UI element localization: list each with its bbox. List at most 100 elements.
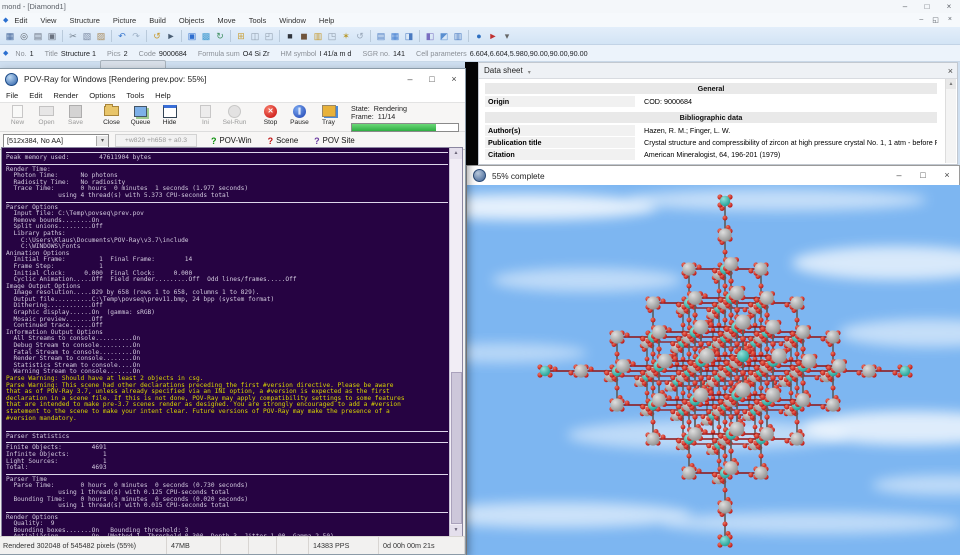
- run-icon[interactable]: ►: [486, 28, 500, 44]
- console-line: Render Options: [6, 515, 448, 522]
- menu-item-window[interactable]: Window: [279, 16, 306, 25]
- menu-item-picture[interactable]: Picture: [113, 16, 136, 25]
- console-line: Peak memory used: 47611904 bytes: [6, 155, 448, 162]
- sheet-icon[interactable]: ▥: [451, 28, 465, 44]
- rotate-icon[interactable]: ↻: [213, 28, 227, 44]
- stop-button[interactable]: ✕Stop: [256, 104, 285, 126]
- maximize-icon[interactable]: □: [916, 0, 938, 13]
- toolbar-separator: [230, 30, 231, 42]
- help-link-pov-win[interactable]: ?POV-Win: [211, 136, 252, 146]
- datasheet-close-icon[interactable]: ×: [948, 66, 953, 76]
- povray-menu-file[interactable]: File: [6, 91, 18, 100]
- more-icon[interactable]: ▾: [500, 28, 514, 44]
- render-window-titlebar[interactable]: 55% complete – □ ×: [467, 166, 959, 185]
- queue-button[interactable]: Queue: [126, 104, 155, 126]
- povray-console[interactable]: Peak memory used: 47611904 bytesRender T…: [1, 147, 463, 537]
- render-minimize-icon[interactable]: –: [887, 166, 911, 185]
- ini-button: Ini: [191, 104, 220, 126]
- help-link-scene[interactable]: ?Scene: [268, 136, 299, 146]
- datasheet-row-label: Origin: [485, 96, 635, 107]
- povray-menu-edit[interactable]: Edit: [29, 91, 42, 100]
- stop-label: Stop: [256, 119, 285, 126]
- scroll-up-icon[interactable]: ▲: [450, 148, 462, 159]
- povray-menu-tools[interactable]: Tools: [126, 91, 144, 100]
- minimize-icon[interactable]: –: [894, 0, 916, 13]
- mdi-restore-icon[interactable]: ◱: [932, 16, 939, 24]
- close-button[interactable]: Close: [97, 104, 126, 126]
- picture-gallery-icon[interactable]: ▩: [199, 28, 213, 44]
- search-icon[interactable]: ◎: [17, 28, 31, 44]
- layout-icon[interactable]: ▥: [311, 28, 325, 44]
- menu-item-structure[interactable]: Structure: [69, 16, 99, 25]
- grow-icon[interactable]: ◰: [262, 28, 276, 44]
- povray-titlebar[interactable]: POV-Ray for Windows [Rendering prev.pov:…: [0, 69, 465, 89]
- mdi-close-icon[interactable]: ×: [948, 16, 952, 24]
- render-progress-fill: [352, 124, 436, 131]
- help-link-pov-site[interactable]: ?POV Site: [314, 136, 355, 146]
- render-close-icon[interactable]: ×: [935, 166, 959, 185]
- tray-glyph: [322, 105, 336, 117]
- menu-item-edit[interactable]: Edit: [14, 16, 27, 25]
- menu-item-objects[interactable]: Objects: [179, 16, 204, 25]
- pause-button[interactable]: ∥Pause: [285, 104, 314, 126]
- save-icon[interactable]: ▦: [3, 28, 17, 44]
- settings-icon[interactable]: ✶: [339, 28, 353, 44]
- tray-button[interactable]: Tray: [314, 104, 343, 126]
- update-icon[interactable]: ↺: [353, 28, 367, 44]
- print-icon[interactable]: ▣: [45, 28, 59, 44]
- structure-field-value: 6.604,6.604,5.980,90.00,90.00,90.00: [470, 49, 588, 58]
- console-scrollbar[interactable]: ▲ ▼: [449, 148, 462, 536]
- globe-icon[interactable]: ●: [472, 28, 486, 44]
- render-mode-icon[interactable]: ■: [283, 28, 297, 44]
- povray-maximize-icon[interactable]: □: [421, 69, 443, 89]
- mdi-minimize-icon[interactable]: –: [919, 16, 923, 24]
- chart-b-icon[interactable]: ◩: [437, 28, 451, 44]
- connect-icon[interactable]: ◫: [248, 28, 262, 44]
- print-preview-icon[interactable]: ▤: [31, 28, 45, 44]
- datasheet-menu-icon[interactable]: ▾: [528, 69, 531, 76]
- scroll-down-icon[interactable]: ▼: [450, 525, 462, 536]
- table-icon[interactable]: ▤: [374, 28, 388, 44]
- render-maximize-icon[interactable]: □: [911, 166, 935, 185]
- pointer-icon[interactable]: ►: [164, 28, 178, 44]
- panel-icon[interactable]: ◨: [402, 28, 416, 44]
- povray-menu-render[interactable]: Render: [53, 91, 78, 100]
- datasheet-row: CitationAmerican Mineralogist, 64, 196-2…: [485, 149, 937, 160]
- history-icon[interactable]: ↺: [150, 28, 164, 44]
- datasheet-row-label: Publication title: [485, 137, 635, 148]
- povray-close-icon[interactable]: ×: [443, 69, 465, 89]
- menu-item-move[interactable]: Move: [217, 16, 235, 25]
- povray-window-controls: – □ ×: [399, 69, 465, 89]
- redo-icon[interactable]: ↷: [129, 28, 143, 44]
- paste-icon[interactable]: ▨: [94, 28, 108, 44]
- hide-label: Hide: [155, 119, 184, 126]
- povray-menu-options[interactable]: Options: [89, 91, 115, 100]
- menu-item-view[interactable]: View: [40, 16, 56, 25]
- menu-item-help[interactable]: Help: [319, 16, 334, 25]
- undo-icon[interactable]: ↶: [115, 28, 129, 44]
- render-options-field[interactable]: +w829 +h658 + a0.3: [115, 134, 197, 147]
- help-icon: ?: [314, 136, 320, 146]
- datasheet-scroll-up-icon[interactable]: ▲: [946, 79, 956, 89]
- add-atoms-icon[interactable]: ⊞: [234, 28, 248, 44]
- povray-minimize-icon[interactable]: –: [399, 69, 421, 89]
- background-icon[interactable]: ◼: [297, 28, 311, 44]
- povray-window: POV-Ray for Windows [Rendering prev.pov:…: [0, 68, 466, 555]
- datasheet-titlebar[interactable]: Data sheet ▾ ×: [479, 63, 957, 79]
- menu-item-build[interactable]: Build: [149, 16, 166, 25]
- new-picture-icon[interactable]: ▣: [185, 28, 199, 44]
- menu-item-tools[interactable]: Tools: [249, 16, 267, 25]
- toolbar-separator: [181, 30, 182, 42]
- resolution-dropdown[interactable]: [512x384, No AA] ▾: [3, 134, 109, 148]
- hide-button[interactable]: Hide: [155, 104, 184, 126]
- cascade-icon[interactable]: ◳: [325, 28, 339, 44]
- close-icon[interactable]: ×: [938, 0, 960, 13]
- data-brick-icon[interactable]: ▦: [388, 28, 402, 44]
- copy-icon[interactable]: ▧: [80, 28, 94, 44]
- povray-menu-help[interactable]: Help: [155, 91, 171, 100]
- scrollbar-thumb[interactable]: [451, 372, 462, 524]
- cut-icon[interactable]: ✂: [66, 28, 80, 44]
- chart-a-icon[interactable]: ◧: [423, 28, 437, 44]
- datasheet-scrollbar[interactable]: ▲: [945, 79, 956, 163]
- open-glyph: [39, 106, 54, 116]
